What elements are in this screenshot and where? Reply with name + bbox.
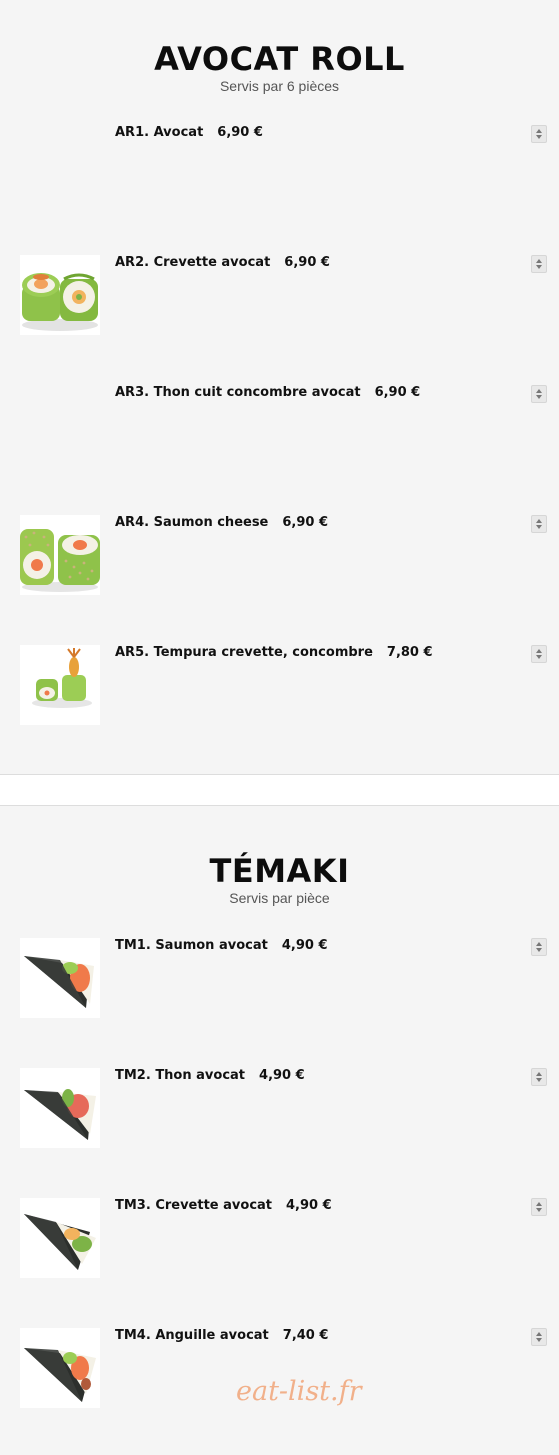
menu-item-price: 6,90 € [282,515,329,530]
menu-item-price: 4,90 € [281,938,328,953]
arrow-down-icon[interactable] [536,1208,542,1212]
menu-item-text[interactable]: TM1. Saumon avocat 4,90 € [115,938,328,953]
arrow-up-icon[interactable] [536,1202,542,1206]
menu-item-price: 7,80 € [386,645,433,660]
arrow-up-icon[interactable] [536,519,542,523]
menu-item-price: 4,90 € [286,1198,332,1213]
menu-item-name: TM1. Saumon avocat [115,938,268,953]
arrow-down-icon[interactable] [536,135,542,139]
menu-item: TM1. Saumon avocat 4,90 € [0,938,559,1022]
arrow-down-icon[interactable] [536,525,542,529]
section-subtitle: Servis par pièce [229,890,330,906]
arrow-down-icon[interactable] [536,948,542,952]
menu-item: AR3. Thon cuit concombre avocat 6,90 € [0,385,559,469]
menu-item-text[interactable]: AR5. Tempura crevette, concombre 7,80 € [115,645,433,660]
arrow-up-icon[interactable] [536,1072,542,1076]
avocado-roll-salmon-sesame-thumbnail[interactable] [20,515,100,595]
quantity-spinner[interactable] [531,938,547,956]
menu-item-price: 6,90 € [217,125,263,140]
arrow-down-icon[interactable] [536,1078,542,1082]
menu-item: AR5. Tempura crevette, concombre 7,80 € [0,645,559,729]
menu-item: AR1. Avocat 6,90 € [0,125,559,209]
arrow-up-icon[interactable] [536,389,542,393]
section-title: AVOCAT ROLL [154,40,405,78]
menu-item-name: AR3. Thon cuit concombre avocat [115,385,361,400]
quantity-spinner[interactable] [531,515,547,533]
quantity-spinner[interactable] [531,255,547,273]
menu-item-price: 6,90 € [284,255,330,270]
menu-item-name: TM4. Anguille avocat [115,1328,269,1343]
menu-item-text[interactable]: TM2. Thon avocat 4,90 € [115,1068,305,1083]
quantity-spinner[interactable] [531,1328,547,1346]
temaki-cone-thumbnail[interactable] [20,1068,100,1148]
menu-item-text[interactable]: AR3. Thon cuit concombre avocat 6,90 € [115,385,420,400]
arrow-down-icon[interactable] [536,655,542,659]
arrow-up-icon[interactable] [536,942,542,946]
avocado-roll-tempura-thumbnail[interactable] [20,645,100,725]
temaki-cone-thumbnail[interactable] [20,1198,100,1278]
quantity-spinner[interactable] [531,125,547,143]
quantity-spinner[interactable] [531,1068,547,1086]
watermark: eat-list.fr [236,1376,362,1407]
arrow-down-icon[interactable] [536,265,542,269]
quantity-spinner[interactable] [531,385,547,403]
menu-item-price: 6,90 € [374,385,421,400]
arrow-down-icon[interactable] [536,395,542,399]
arrow-down-icon[interactable] [536,1338,542,1342]
menu-item-price: 4,90 € [259,1068,305,1083]
section-divider [0,774,559,806]
avocado-roll-shrimp-thumbnail[interactable] [20,255,100,335]
menu-item: TM2. Thon avocat 4,90 € [0,1068,559,1152]
arrow-up-icon[interactable] [536,649,542,653]
menu-item: AR4. Saumon cheese 6,90 € [0,515,559,599]
menu-item: TM3. Crevette avocat 4,90 € [0,1198,559,1282]
menu-item-name: AR1. Avocat [115,125,204,140]
section-avocat-roll: AVOCAT ROLL Servis par 6 pièces AR1. Avo… [0,0,559,774]
menu-item-name: AR2. Crevette avocat [115,255,271,270]
menu-item-price: 7,40 € [282,1328,329,1343]
menu-item-name: AR5. Tempura crevette, concombre [115,645,373,660]
menu-item-text[interactable]: TM4. Anguille avocat 7,40 € [115,1328,328,1343]
menu-item-text[interactable]: AR1. Avocat 6,90 € [115,125,263,140]
arrow-up-icon[interactable] [536,259,542,263]
menu-item-name: TM3. Crevette avocat [115,1198,273,1213]
menu-item: AR2. Crevette avocat 6,90 € [0,255,559,339]
menu-item-name: AR4. Saumon cheese [115,515,269,530]
quantity-spinner[interactable] [531,1198,547,1216]
section-title: TÉMAKI [209,852,350,890]
temaki-cone-thumbnail[interactable] [20,938,100,1018]
section-temaki: TÉMAKI Servis par pièce TM1. Saumon avoc… [0,806,559,1455]
menu-item-text[interactable]: AR4. Saumon cheese 6,90 € [115,515,328,530]
arrow-up-icon[interactable] [536,1332,542,1336]
temaki-cone-thumbnail[interactable] [20,1328,100,1408]
menu-item-text[interactable]: AR2. Crevette avocat 6,90 € [115,255,330,270]
arrow-up-icon[interactable] [536,129,542,133]
menu-item-text[interactable]: TM3. Crevette avocat 4,90 € [115,1198,332,1213]
menu-item-name: TM2. Thon avocat [115,1068,246,1083]
section-subtitle: Servis par 6 pièces [219,78,340,94]
quantity-spinner[interactable] [531,645,547,663]
